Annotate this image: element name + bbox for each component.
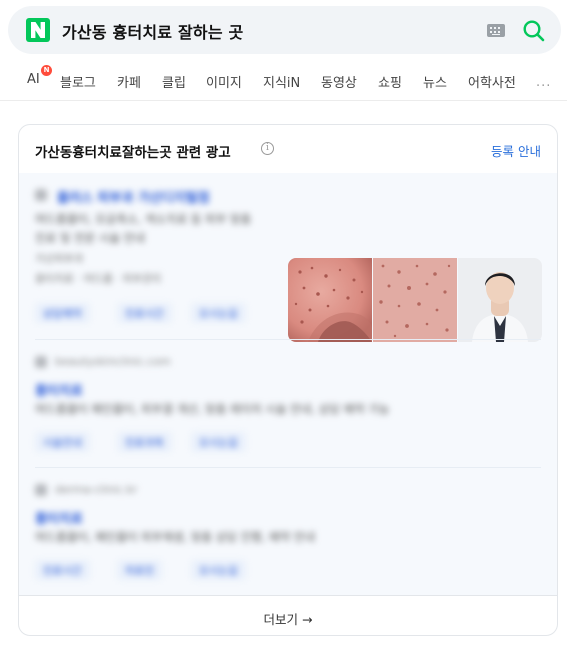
ad-site: 가산피부과 [35, 253, 84, 265]
ad-chip[interactable]: 시술안내 [35, 432, 90, 452]
ad-item[interactable]: derma-clinic.kr 흉터치료 여드름흉터, 패인흉터 피부재생, 맞… [35, 468, 541, 595]
new-badge: N [41, 65, 52, 76]
ad-description: 여드름흉터 패인흉터, 피부결 개선, 맞춤 레이저 시술 안내, 상담 예약 … [35, 402, 390, 416]
tab-clip[interactable]: 클립 [162, 72, 186, 91]
ad-card-footer: 더보기 → [19, 595, 557, 635]
keyboard-icon[interactable] [487, 24, 505, 37]
search-icon[interactable] [522, 19, 546, 43]
tab-cafe[interactable]: 카페 [117, 72, 141, 91]
divider [0, 100, 567, 101]
ad-item[interactable]: beautyskinclinic.com 흉터치료 여드름흉터 패인흉터, 피부… [35, 340, 541, 467]
ad-description: 여드름흉터, 패인흉터 피부재생, 맞춤 상담 진행, 예약 안내 [35, 530, 315, 544]
search-tabs: AI 블로그 카페 클립 이미지 지식iN 동영상 쇼핑 뉴스 어학사전 [0, 62, 567, 100]
ad-thumbnails[interactable] [288, 258, 542, 342]
info-icon[interactable]: i [261, 142, 274, 155]
ad-title[interactable]: 플러스 피부과 가산디지털점 [57, 187, 210, 206]
doctor-portrait-image[interactable] [458, 258, 542, 342]
ad-description: 여드름흉터, 모공축소, 색소치료 등 피부 맞춤 [35, 212, 252, 226]
ad-chip[interactable]: 오시는길 [191, 560, 246, 580]
favicon-icon [35, 189, 47, 201]
tab-kin[interactable]: 지식iN [263, 72, 300, 91]
search-bar[interactable]: 가산동 흉터치료 잘하는 곳 [8, 6, 561, 54]
skin-pores-image[interactable] [288, 258, 372, 342]
tab-image[interactable]: 이미지 [206, 72, 242, 91]
ad-chip[interactable]: 진료시간 [117, 303, 172, 323]
ad-chip[interactable]: 진료과목 [117, 432, 172, 452]
ad-tagline: 흉터치료 · 여드름 · 피부관리 [35, 273, 162, 285]
skin-texture-image[interactable] [373, 258, 457, 342]
ad-site: derma-clinic.kr [55, 483, 138, 496]
ad-chip[interactable]: 오시는길 [191, 303, 246, 323]
tab-blog[interactable]: 블로그 [60, 72, 96, 91]
ad-chip[interactable]: 진료시간 [35, 560, 90, 580]
tab-shopping[interactable]: 쇼핑 [378, 72, 402, 91]
favicon-icon [35, 356, 47, 368]
register-info-link[interactable]: 등록 안내 [491, 141, 541, 160]
ad-card-header: 가산동흉터치료잘하는곳 관련 광고 i 등록 안내 [19, 125, 557, 173]
ad-list: 플러스 피부과 가산디지털점 여드름흉터, 모공축소, 색소치료 등 피부 맞춤… [19, 173, 557, 595]
more-button[interactable]: 더보기 → [19, 609, 557, 628]
tab-news[interactable]: 뉴스 [423, 72, 447, 91]
tab-ai[interactable]: AI [27, 72, 40, 87]
more-tabs-icon[interactable]: ··· [536, 79, 551, 94]
ad-chip[interactable]: 상담예약 [35, 303, 90, 323]
naver-logo-icon[interactable] [26, 18, 50, 42]
ad-card: 가산동흉터치료잘하는곳 관련 광고 i 등록 안내 플러스 피부과 가산디지털점… [18, 124, 558, 636]
tab-video[interactable]: 동영상 [321, 72, 357, 91]
ad-site: beautyskinclinic.com [55, 355, 171, 368]
ad-chip[interactable]: 오시는길 [191, 432, 246, 452]
ad-title[interactable]: 흉터치료 [35, 380, 83, 399]
ad-section-title: 가산동흉터치료잘하는곳 관련 광고 [35, 145, 231, 161]
ad-description: 진료 및 전문 시술 안내 [35, 231, 145, 245]
ad-title[interactable]: 흉터치료 [35, 508, 83, 527]
favicon-icon [35, 484, 47, 496]
search-input[interactable]: 가산동 흉터치료 잘하는 곳 [62, 19, 243, 43]
ad-chip[interactable]: 의료진 [117, 560, 162, 580]
tab-dictionary[interactable]: 어학사전 [468, 72, 516, 91]
